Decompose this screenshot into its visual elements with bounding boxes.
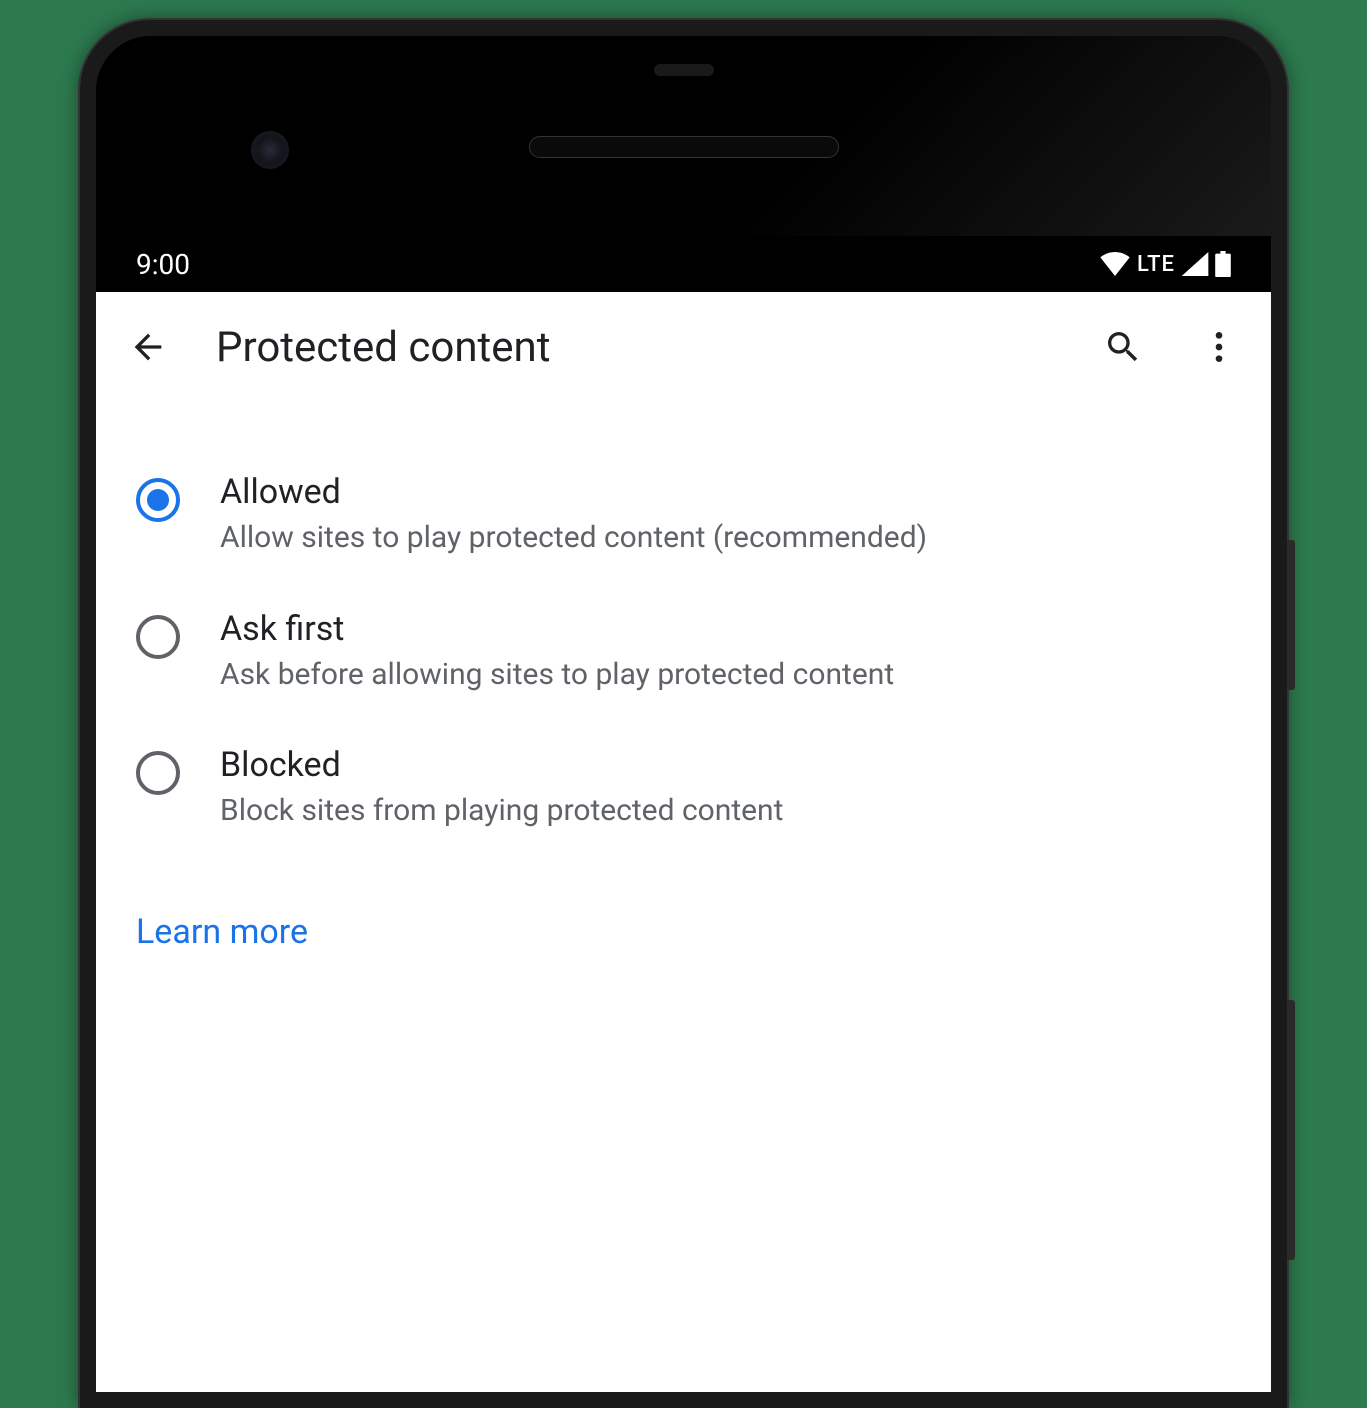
- option-allowed[interactable]: Allowed Allow sites to play protected co…: [126, 452, 1241, 589]
- cellular-signal-icon: [1181, 252, 1209, 276]
- search-icon: [1103, 327, 1143, 367]
- phone-hardware-top: [96, 36, 1271, 236]
- phone-camera: [251, 131, 289, 169]
- option-ask-first-description: Ask before allowing sites to play protec…: [220, 655, 1231, 696]
- back-button[interactable]: [120, 319, 176, 375]
- option-blocked[interactable]: Blocked Block sites from playing protect…: [126, 725, 1241, 862]
- phone-frame: 9:00 LTE Protected content: [80, 20, 1287, 1408]
- more-vert-icon: [1199, 327, 1239, 367]
- arrow-back-icon: [128, 327, 168, 367]
- option-allowed-description: Allow sites to play protected content (r…: [220, 518, 1231, 559]
- wifi-icon: [1099, 252, 1131, 276]
- option-blocked-title: Blocked: [220, 745, 1231, 785]
- search-button[interactable]: [1095, 319, 1151, 375]
- status-time: 9:00: [136, 248, 190, 281]
- option-blocked-description: Block sites from playing protected conte…: [220, 791, 1231, 832]
- phone-inner: 9:00 LTE Protected content: [96, 36, 1271, 1392]
- battery-icon: [1215, 251, 1231, 277]
- overflow-menu-button[interactable]: [1191, 319, 1247, 375]
- phone-led: [654, 64, 714, 76]
- option-blocked-text: Blocked Block sites from playing protect…: [220, 745, 1231, 832]
- phone-volume-button: [1287, 1000, 1295, 1260]
- options-list: Allowed Allow sites to play protected co…: [96, 402, 1271, 862]
- radio-blocked[interactable]: [136, 751, 180, 795]
- app-bar: Protected content: [96, 292, 1271, 402]
- option-ask-first-title: Ask first: [220, 609, 1231, 649]
- radio-ask-first[interactable]: [136, 615, 180, 659]
- phone-speaker: [529, 136, 839, 158]
- screen-content: Protected content Allowed Allow sites to…: [96, 292, 1271, 1392]
- status-right: LTE: [1099, 251, 1231, 277]
- page-title: Protected content: [216, 323, 1055, 372]
- status-bar: 9:00 LTE: [96, 236, 1271, 292]
- option-allowed-title: Allowed: [220, 472, 1231, 512]
- option-ask-first-text: Ask first Ask before allowing sites to p…: [220, 609, 1231, 696]
- network-label: LTE: [1137, 252, 1175, 277]
- radio-allowed[interactable]: [136, 478, 180, 522]
- option-allowed-text: Allowed Allow sites to play protected co…: [220, 472, 1231, 559]
- option-ask-first[interactable]: Ask first Ask before allowing sites to p…: [126, 589, 1241, 726]
- phone-power-button: [1287, 540, 1295, 690]
- learn-more-link[interactable]: Learn more: [136, 912, 308, 952]
